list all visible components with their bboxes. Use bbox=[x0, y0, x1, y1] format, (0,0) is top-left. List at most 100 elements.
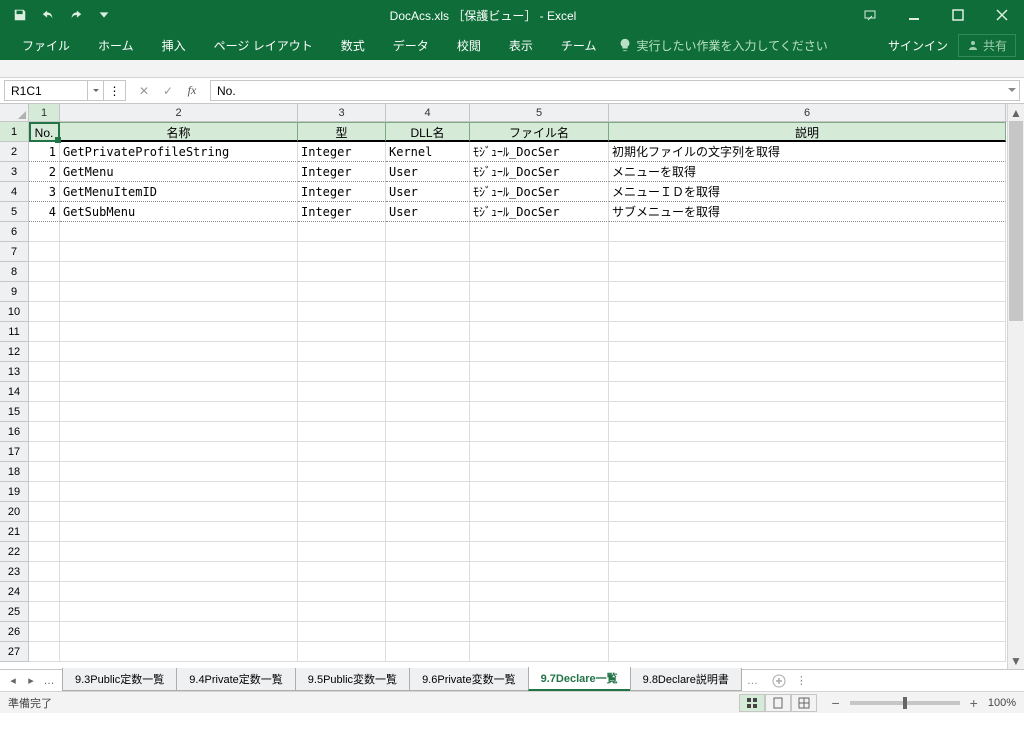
vertical-scrollbar[interactable]: ▲ ▼ bbox=[1007, 104, 1024, 669]
sheet-tab-active[interactable]: 9.7Declare一覧 bbox=[528, 667, 631, 691]
cell[interactable] bbox=[60, 262, 298, 282]
cell[interactable] bbox=[60, 442, 298, 462]
cell[interactable] bbox=[60, 582, 298, 602]
row-header[interactable]: 26 bbox=[0, 622, 29, 642]
cell[interactable]: メニューを取得 bbox=[609, 162, 1006, 182]
cell[interactable] bbox=[470, 382, 609, 402]
view-page-break-button[interactable] bbox=[791, 694, 817, 712]
cell[interactable] bbox=[298, 222, 386, 242]
name-box-split[interactable]: ⋮ bbox=[104, 80, 126, 101]
scroll-down-icon[interactable]: ▼ bbox=[1008, 652, 1024, 669]
cell[interactable] bbox=[60, 482, 298, 502]
cell[interactable] bbox=[60, 282, 298, 302]
sheet-next-button[interactable]: ▸ bbox=[24, 674, 38, 687]
cell[interactable] bbox=[470, 642, 609, 662]
row-header[interactable]: 1 bbox=[0, 122, 29, 142]
tab-file[interactable]: ファイル bbox=[8, 33, 84, 58]
cell[interactable] bbox=[298, 602, 386, 622]
cell[interactable] bbox=[470, 282, 609, 302]
cell[interactable] bbox=[60, 642, 298, 662]
row-header[interactable]: 17 bbox=[0, 442, 29, 462]
row-header[interactable]: 13 bbox=[0, 362, 29, 382]
maximize-button[interactable] bbox=[936, 0, 980, 30]
col-header-5[interactable]: 5 bbox=[470, 104, 609, 121]
cell[interactable] bbox=[386, 322, 470, 342]
view-page-layout-button[interactable] bbox=[765, 694, 791, 712]
cell[interactable] bbox=[386, 482, 470, 502]
row-header[interactable]: 6 bbox=[0, 222, 29, 242]
cell[interactable] bbox=[609, 462, 1006, 482]
cell[interactable] bbox=[470, 482, 609, 502]
row-header[interactable]: 20 bbox=[0, 502, 29, 522]
tab-home[interactable]: ホーム bbox=[84, 33, 148, 58]
cell[interactable] bbox=[470, 442, 609, 462]
cell[interactable] bbox=[29, 602, 60, 622]
cell[interactable] bbox=[60, 562, 298, 582]
cell[interactable]: User bbox=[386, 202, 470, 222]
zoom-value[interactable]: 100% bbox=[988, 697, 1016, 709]
expand-formula-icon[interactable] bbox=[1007, 84, 1017, 98]
cell[interactable] bbox=[298, 242, 386, 262]
cell[interactable] bbox=[470, 242, 609, 262]
cell[interactable]: 3 bbox=[29, 182, 60, 202]
ribbon-options-button[interactable] bbox=[848, 0, 892, 30]
cell[interactable] bbox=[298, 442, 386, 462]
cell[interactable] bbox=[29, 262, 60, 282]
cell[interactable] bbox=[470, 542, 609, 562]
cell[interactable] bbox=[386, 442, 470, 462]
cell[interactable] bbox=[470, 422, 609, 442]
cell[interactable] bbox=[298, 462, 386, 482]
tell-me-search[interactable]: 実行したい作業を入力してください bbox=[618, 33, 827, 58]
cell[interactable] bbox=[29, 282, 60, 302]
cell[interactable] bbox=[298, 322, 386, 342]
cell[interactable] bbox=[609, 602, 1006, 622]
cell[interactable] bbox=[298, 562, 386, 582]
row-header[interactable]: 9 bbox=[0, 282, 29, 302]
cell[interactable] bbox=[386, 622, 470, 642]
cell[interactable] bbox=[609, 262, 1006, 282]
cell[interactable]: DLL名 bbox=[386, 122, 470, 142]
cell[interactable]: 2 bbox=[29, 162, 60, 182]
cell[interactable] bbox=[470, 582, 609, 602]
cancel-formula-button[interactable]: ✕ bbox=[132, 80, 156, 102]
cell[interactable] bbox=[60, 362, 298, 382]
cell[interactable] bbox=[29, 322, 60, 342]
cell[interactable] bbox=[609, 302, 1006, 322]
cell[interactable]: ファイル名 bbox=[470, 122, 609, 142]
cell[interactable] bbox=[298, 522, 386, 542]
row-header[interactable]: 18 bbox=[0, 462, 29, 482]
formula-input[interactable]: No. bbox=[210, 80, 1020, 101]
tab-team[interactable]: チーム bbox=[547, 33, 611, 58]
cell[interactable] bbox=[609, 422, 1006, 442]
cell[interactable]: Kernel bbox=[386, 142, 470, 162]
sheet-tab[interactable]: 9.3Public定数一覧 bbox=[62, 668, 177, 691]
tab-view[interactable]: 表示 bbox=[495, 33, 547, 58]
cell[interactable]: User bbox=[386, 162, 470, 182]
cell[interactable] bbox=[609, 642, 1006, 662]
cell[interactable] bbox=[298, 482, 386, 502]
tab-review[interactable]: 校閲 bbox=[443, 33, 495, 58]
cell[interactable] bbox=[470, 302, 609, 322]
cell[interactable] bbox=[298, 622, 386, 642]
cell[interactable] bbox=[386, 282, 470, 302]
cell[interactable] bbox=[609, 542, 1006, 562]
cell[interactable]: ﾓｼﾞｭｰﾙ_DocSer bbox=[470, 162, 609, 182]
cell[interactable]: GetMenu bbox=[60, 162, 298, 182]
row-header[interactable]: 22 bbox=[0, 542, 29, 562]
tab-data[interactable]: データ bbox=[379, 33, 443, 58]
zoom-thumb[interactable] bbox=[903, 697, 907, 709]
cell[interactable] bbox=[60, 302, 298, 322]
cell[interactable] bbox=[29, 342, 60, 362]
cell[interactable] bbox=[470, 522, 609, 542]
row-header[interactable]: 19 bbox=[0, 482, 29, 502]
cell[interactable] bbox=[298, 582, 386, 602]
cell[interactable]: Integer bbox=[298, 162, 386, 182]
cell[interactable] bbox=[386, 642, 470, 662]
cell[interactable] bbox=[470, 622, 609, 642]
cell[interactable]: User bbox=[386, 182, 470, 202]
cell[interactable] bbox=[386, 582, 470, 602]
row-header[interactable]: 16 bbox=[0, 422, 29, 442]
cell[interactable] bbox=[29, 442, 60, 462]
cell[interactable] bbox=[60, 422, 298, 442]
cell[interactable] bbox=[609, 342, 1006, 362]
